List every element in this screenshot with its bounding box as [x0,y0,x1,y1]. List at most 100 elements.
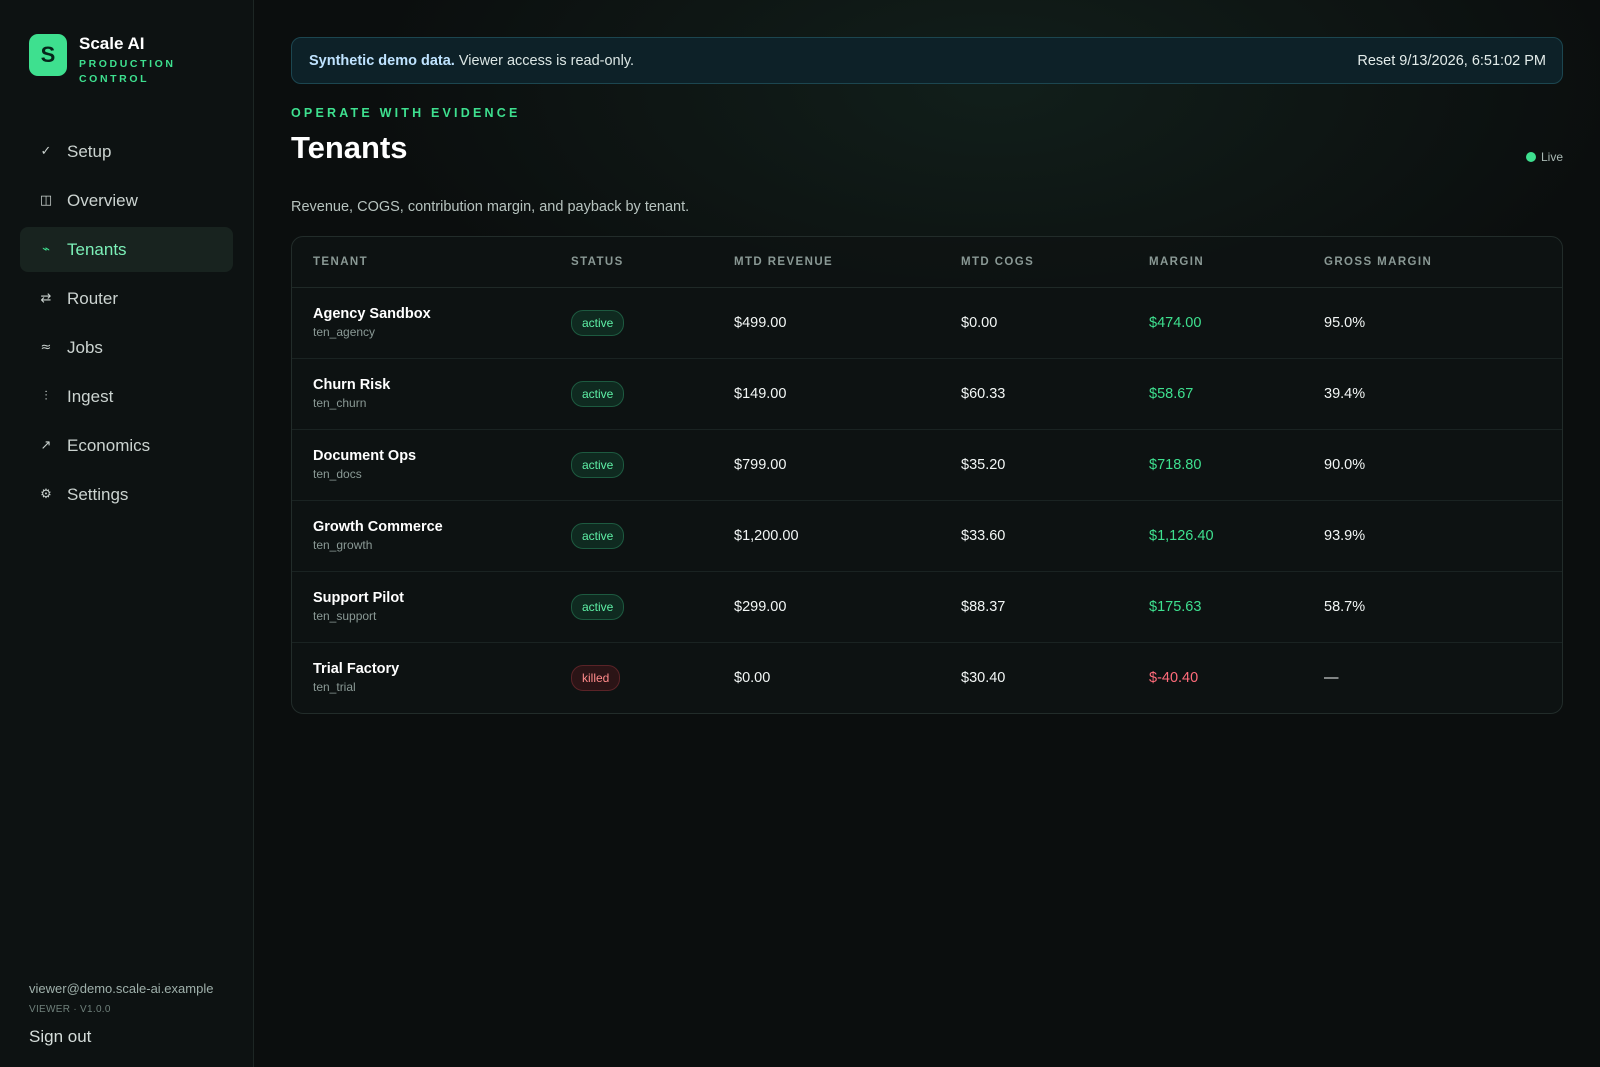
cogs-cell: $88.37 [961,571,1149,643]
tenant-id: ten_support [313,609,377,623]
status-badge: killed [571,664,621,691]
table-row[interactable]: Churn Risk ten_churn active $149.00 $60.… [292,358,1562,430]
margin-cell: $175.63 [1149,571,1324,643]
gross-margin-cell: — [1324,669,1339,686]
tenant-cell: Growth Commerce ten_growth [292,500,571,572]
column-header-mtd-cogs[interactable]: MTD COGS [961,237,1149,288]
trend-up-icon: ↗ [40,438,52,453]
status-badge: active [571,593,625,620]
sidebar-item-label: Ingest [67,386,114,406]
status-cell: active [571,358,734,430]
sidebar-item-label: Overview [67,190,138,210]
page-title: Tenants [291,130,408,165]
tenant-name: Agency Sandbox [313,306,431,322]
cogs-cell: $0.00 [961,287,1149,359]
sign-out-link[interactable]: Sign out [29,1027,213,1047]
table-row[interactable]: Agency Sandbox ten_agency active $499.00… [292,287,1562,359]
title-row: Tenants Live [291,130,1563,166]
sidebar-item-label: Setup [67,141,112,161]
tenant-id: ten_agency [313,325,376,339]
status-badge: active [571,309,625,336]
page-subtitle: Revenue, COGS, contribution margin, and … [291,199,690,215]
banner-strong: Synthetic demo data. [309,52,455,69]
tenant-id: ten_growth [313,538,373,552]
brand-text: Scale AI PRODUCTION CONTROL [79,34,189,87]
status-cell: active [571,500,734,572]
brand-subtitle: PRODUCTION CONTROL [79,58,176,85]
revenue-cell: $499.00 [734,287,961,359]
sidebar-footer: viewer@demo.scale-ai.example VIEWER · V1… [29,981,213,1047]
tenant-cell: Trial Factory ten_trial [292,642,571,713]
column-header-status[interactable]: STATUS [571,237,734,288]
status-cell: killed [571,642,734,713]
app-root: S Scale AI PRODUCTION CONTROL ✓ Setup ◫ … [0,0,1600,1067]
reset-timestamp: Reset 9/13/2026, 6:51:02 PM [1357,52,1546,69]
tenants-table: TENANT STATUS MTD REVENUE MTD COGS MARGI… [292,237,1562,713]
cogs-cell: $33.60 [961,500,1149,572]
table-row[interactable]: Trial Factory ten_trial killed $0.00 $30… [292,642,1562,713]
gross-margin-cell: 58.7% [1324,571,1562,643]
tenant-name: Support Pilot [313,590,405,606]
revenue-cell: $149.00 [734,358,961,430]
margin-cell: $474.00 [1149,287,1324,359]
column-header-mtd-revenue[interactable]: MTD REVENUE [734,237,961,288]
status-cell: active [571,429,734,501]
brand[interactable]: S Scale AI PRODUCTION CONTROL [20,34,233,87]
table-row[interactable]: Support Pilot ten_support active $299.00… [292,571,1562,643]
sidebar-item-settings[interactable]: ⚙ Settings [20,472,233,517]
brand-name: Scale AI [79,34,145,53]
demo-data-banner: Synthetic demo data. Viewer access is re… [291,37,1563,84]
tenant-name: Churn Risk [313,377,391,393]
column-header-tenant[interactable]: TENANT [292,237,571,288]
sidebar-item-economics[interactable]: ↗ Economics [20,423,233,468]
gross-margin-cell: 90.0% [1324,429,1562,501]
tenant-id: ten_churn [313,396,367,410]
layout-icon: ◫ [39,193,53,208]
margin-cell: $58.67 [1149,358,1324,430]
gross-margin-cell: 95.0% [1324,287,1562,359]
sidebar-item-router[interactable]: ⇄ Router [20,276,233,321]
ingest-icon: ⫶ [44,389,48,404]
main-content: Synthetic demo data. Viewer access is re… [254,0,1600,1067]
sidebar-item-jobs[interactable]: ≈ Jobs [20,325,233,370]
status-badge: active [571,522,625,549]
table-row[interactable]: Growth Commerce ten_growth active $1,200… [292,500,1562,572]
tenant-cell: Churn Risk ten_churn [292,358,571,430]
sidebar-item-ingest[interactable]: ⫶ Ingest [20,374,233,419]
sidebar-item-label: Tenants [67,239,127,259]
user-role-version: VIEWER · V1.0.0 [29,1004,111,1015]
table-header-row: TENANT STATUS MTD REVENUE MTD COGS MARGI… [292,237,1562,288]
sidebar-item-overview[interactable]: ◫ Overview [20,178,233,223]
gross-margin-cell: 39.4% [1324,358,1562,430]
tenant-name: Document Ops [313,448,417,464]
status-badge: active [571,380,625,407]
tenant-cell: Document Ops ten_docs [292,429,571,501]
tenants-table-card: TENANT STATUS MTD REVENUE MTD COGS MARGI… [291,236,1563,714]
cogs-cell: $60.33 [961,358,1149,430]
tenants-icon: ⌁ [42,242,50,257]
status-cell: active [571,287,734,359]
live-dot-icon [1525,152,1536,162]
tenant-id: ten_docs [313,467,362,481]
revenue-cell: $1,200.00 [734,500,961,572]
page-eyebrow: OPERATE WITH EVIDENCE [291,106,521,120]
revenue-cell: $299.00 [734,571,961,643]
table-row[interactable]: Document Ops ten_docs active $799.00 $35… [292,429,1562,501]
banner-text: Viewer access is read-only. [454,52,635,69]
tenant-id: ten_trial [313,680,356,695]
cogs-cell: $35.20 [961,429,1149,501]
sidebar-nav: ✓ Setup ◫ Overview ⌁ Tenants ⇄ Router ≈ … [20,129,233,517]
sidebar-item-label: Settings [67,484,129,504]
revenue-cell: $799.00 [734,429,961,501]
sidebar-item-setup[interactable]: ✓ Setup [20,129,233,174]
column-header-margin[interactable]: MARGIN [1149,237,1324,288]
sidebar-item-label: Economics [67,435,151,455]
banner-message: Synthetic demo data. Viewer access is re… [309,53,634,69]
sidebar-item-tenants[interactable]: ⌁ Tenants [20,227,233,272]
jobs-icon: ≈ [40,340,52,355]
sidebar: S Scale AI PRODUCTION CONTROL ✓ Setup ◫ … [0,0,254,1067]
column-header-gross-margin[interactable]: GROSS MARGIN [1324,237,1562,288]
revenue-cell: $0.00 [734,669,771,686]
tenant-cell: Agency Sandbox ten_agency [292,287,571,359]
check-icon: ✓ [40,144,52,159]
